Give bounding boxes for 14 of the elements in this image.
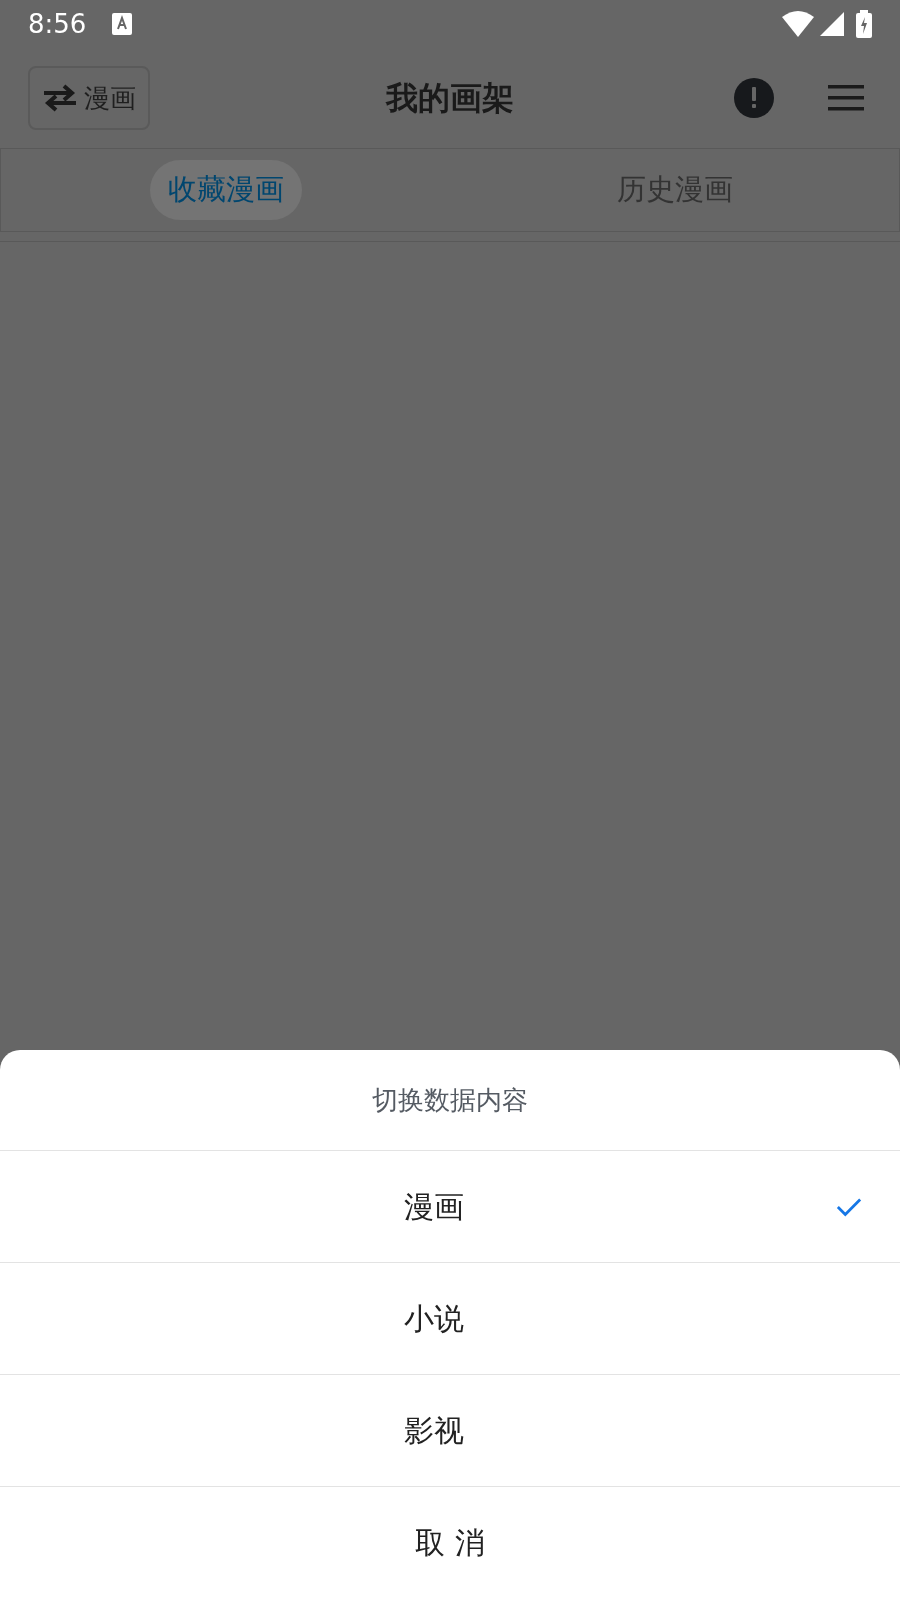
menu-icon[interactable] [828, 85, 864, 111]
battery-icon [856, 10, 872, 38]
signal-icon [820, 12, 844, 36]
swap-icon [42, 83, 78, 113]
option-item[interactable]: 漫画 [404, 1184, 464, 1229]
sheet-title: 切换数据内容 [0, 1050, 900, 1151]
wifi-icon [782, 11, 814, 37]
alert-icon[interactable] [734, 78, 774, 118]
notification-icon [112, 13, 133, 35]
option-item[interactable]: 影视 [404, 1408, 464, 1453]
status-time: 8:56 [28, 7, 87, 41]
option-item[interactable]: 小说 [404, 1296, 464, 1341]
cancel-button[interactable]: 取 消 [0, 1487, 900, 1597]
page-title: 我的画架 [386, 78, 514, 119]
